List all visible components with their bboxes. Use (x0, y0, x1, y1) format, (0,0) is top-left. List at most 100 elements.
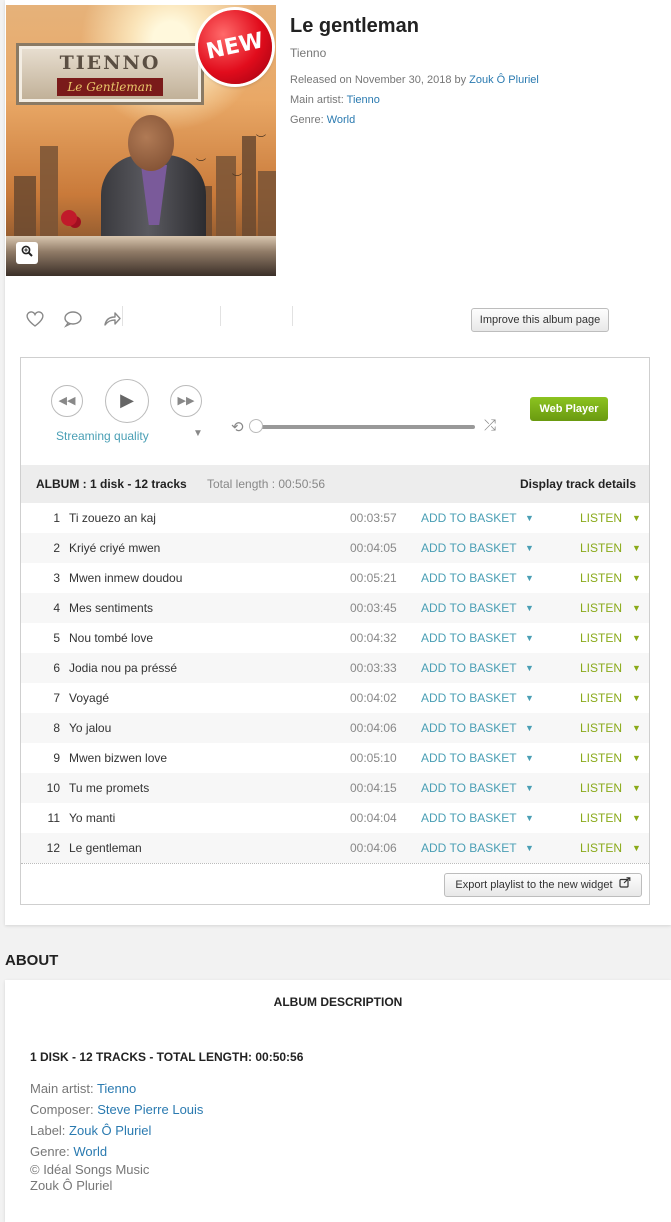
rewind-icon[interactable]: ◀◀ (51, 385, 83, 417)
add-to-basket-button[interactable]: ADD TO BASKET (421, 593, 517, 623)
track-row[interactable]: 2 Kriyé criyé mwen 00:04:05 ADD TO BASKET LI… (21, 533, 649, 563)
listen-options-caret-icon[interactable]: ▼ (632, 833, 641, 863)
genre-line: Genre: World (290, 110, 539, 130)
listen-options-caret-icon[interactable]: ▼ (632, 593, 641, 623)
track-row[interactable]: 1 Ti zouezo an kaj 00:03:57 ADD TO BASKET LI… (21, 503, 649, 533)
listen-button[interactable]: LISTEN (580, 563, 622, 593)
basket-options-caret-icon[interactable]: ▼ (525, 683, 534, 713)
export-playlist-button[interactable]: Export playlist to the new widget (444, 873, 642, 897)
track-row[interactable]: 6 Jodia nou pa préssé 00:03:33 ADD TO BASKE… (21, 653, 649, 683)
track-row[interactable]: 4 Mes sentiments 00:03:45 ADD TO BASKET LIST… (21, 593, 649, 623)
listen-button[interactable]: LISTEN (580, 773, 622, 803)
track-row[interactable]: 5 Nou tombé love 00:04:32 ADD TO BASKET LIST… (21, 623, 649, 653)
listen-options-caret-icon[interactable]: ▼ (632, 683, 641, 713)
about-label-link[interactable]: Zouk Ô Pluriel (69, 1123, 151, 1138)
track-number: 11 (47, 811, 60, 825)
add-to-basket-button[interactable]: ADD TO BASKET (421, 833, 517, 863)
add-to-basket-button[interactable]: ADD TO BASKET (421, 803, 517, 833)
basket-options-caret-icon[interactable]: ▼ (525, 833, 534, 863)
listen-button[interactable]: LISTEN (580, 653, 622, 683)
listen-button[interactable]: LISTEN (580, 503, 622, 533)
genre-link[interactable]: World (327, 114, 356, 126)
track-row[interactable]: 10 Tu me promets 00:04:15 ADD TO BASKET LIST… (21, 773, 649, 803)
track-row[interactable]: 11 Yo manti 00:04:04 ADD TO BASKET LISTEN ▼ ▼ (21, 803, 649, 833)
track-duration: 00:04:06 (350, 841, 397, 855)
album-cover[interactable]: ︶ ︶ ︶ TIENNO Le Gentleman NEW (6, 5, 276, 276)
zoom-in-icon[interactable] (16, 242, 38, 264)
track-number: 8 (53, 721, 60, 735)
basket-options-caret-icon[interactable]: ▼ (525, 773, 534, 803)
track-title: Kriyé criyé mwen (69, 541, 161, 555)
basket-options-caret-icon[interactable]: ▼ (525, 653, 534, 683)
improve-album-button[interactable]: Improve this album page (471, 308, 609, 332)
track-duration: 00:04:15 (350, 781, 397, 795)
comment-icon[interactable] (63, 310, 83, 333)
listen-options-caret-icon[interactable]: ▼ (632, 503, 641, 533)
shuffle-icon[interactable]: ⤮ (484, 417, 496, 434)
heart-icon[interactable] (25, 310, 45, 333)
listen-button[interactable]: LISTEN (580, 713, 622, 743)
listen-options-caret-icon[interactable]: ▼ (632, 563, 641, 593)
listen-options-caret-icon[interactable]: ▼ (632, 743, 641, 773)
play-icon[interactable]: ▶ (105, 379, 149, 423)
web-player-button[interactable]: Web Player (530, 397, 608, 421)
streaming-quality-select[interactable]: Streaming quality (56, 429, 149, 443)
listen-button[interactable]: LISTEN (580, 803, 622, 833)
listen-options-caret-icon[interactable]: ▼ (632, 653, 641, 683)
track-row[interactable]: 12 Le gentleman 00:04:06 ADD TO BASKET LISTE… (21, 833, 649, 863)
basket-options-caret-icon[interactable]: ▼ (525, 713, 534, 743)
track-row[interactable]: 8 Yo jalou 00:04:06 ADD TO BASKET LISTEN ▼ ▼ (21, 713, 649, 743)
about-genre-link[interactable]: World (73, 1144, 107, 1159)
add-to-basket-button[interactable]: ADD TO BASKET (421, 623, 517, 653)
listen-button[interactable]: LISTEN (580, 743, 622, 773)
basket-options-caret-icon[interactable]: ▼ (525, 533, 534, 563)
listen-options-caret-icon[interactable]: ▼ (632, 533, 641, 563)
add-to-basket-button[interactable]: ADD TO BASKET (421, 653, 517, 683)
add-to-basket-button[interactable]: ADD TO BASKET (421, 773, 517, 803)
listen-options-caret-icon[interactable]: ▼ (632, 623, 641, 653)
listen-button[interactable]: LISTEN (580, 683, 622, 713)
basket-options-caret-icon[interactable]: ▼ (525, 743, 534, 773)
about-composer-link[interactable]: Steve Pierre Louis (97, 1102, 203, 1117)
tracklist-header: ALBUM : 1 disk - 12 tracks Total length … (21, 465, 649, 503)
about-main-artist-link[interactable]: Tienno (97, 1081, 136, 1096)
add-to-basket-button[interactable]: ADD TO BASKET (421, 743, 517, 773)
add-to-basket-button[interactable]: ADD TO BASKET (421, 533, 517, 563)
listen-button[interactable]: LISTEN (580, 533, 622, 563)
track-duration: 00:05:10 (350, 751, 397, 765)
basket-options-caret-icon[interactable]: ▼ (525, 593, 534, 623)
listen-button[interactable]: LISTEN (580, 593, 622, 623)
chevron-down-icon[interactable]: ▼ (193, 428, 203, 439)
cover-figure-head (128, 115, 174, 171)
cover-title-frame: TIENNO Le Gentleman (16, 43, 204, 105)
add-to-basket-button[interactable]: ADD TO BASKET (421, 503, 517, 533)
progress-handle[interactable] (249, 419, 263, 433)
album-artist: Tienno (290, 46, 327, 60)
display-track-details-link[interactable]: Display track details (520, 465, 636, 503)
repeat-icon[interactable]: ⟲ (231, 418, 244, 436)
label-link[interactable]: Zouk Ô Pluriel (469, 74, 539, 86)
listen-options-caret-icon[interactable]: ▼ (632, 713, 641, 743)
listen-options-caret-icon[interactable]: ▼ (632, 773, 641, 803)
basket-options-caret-icon[interactable]: ▼ (525, 803, 534, 833)
basket-options-caret-icon[interactable]: ▼ (525, 623, 534, 653)
progress-bar[interactable] (259, 425, 475, 429)
track-title: Mwen inmew doudou (69, 571, 183, 585)
share-icon[interactable] (102, 310, 122, 333)
track-row[interactable]: 9 Mwen bizwen love 00:05:10 ADD TO BASKET LI… (21, 743, 649, 773)
track-row[interactable]: 7 Voyagé 00:04:02 ADD TO BASKET LISTEN ▼ ▼ (21, 683, 649, 713)
about-card: ALBUM DESCRIPTION 1 DISK - 12 TRACKS - T… (5, 980, 671, 1222)
track-row[interactable]: 3 Mwen inmew doudou 00:05:21 ADD TO BASKET L… (21, 563, 649, 593)
listen-button[interactable]: LISTEN (580, 623, 622, 653)
main-artist-link[interactable]: Tienno (347, 94, 380, 106)
listen-options-caret-icon[interactable]: ▼ (632, 803, 641, 833)
add-to-basket-button[interactable]: ADD TO BASKET (421, 683, 517, 713)
add-to-basket-button[interactable]: ADD TO BASKET (421, 563, 517, 593)
fast-forward-icon[interactable]: ▶▶ (170, 385, 202, 417)
track-duration: 00:04:06 (350, 721, 397, 735)
basket-options-caret-icon[interactable]: ▼ (525, 563, 534, 593)
add-to-basket-button[interactable]: ADD TO BASKET (421, 713, 517, 743)
about-composer-prefix: Composer: (30, 1102, 98, 1117)
basket-options-caret-icon[interactable]: ▼ (525, 503, 534, 533)
listen-button[interactable]: LISTEN (580, 833, 622, 863)
